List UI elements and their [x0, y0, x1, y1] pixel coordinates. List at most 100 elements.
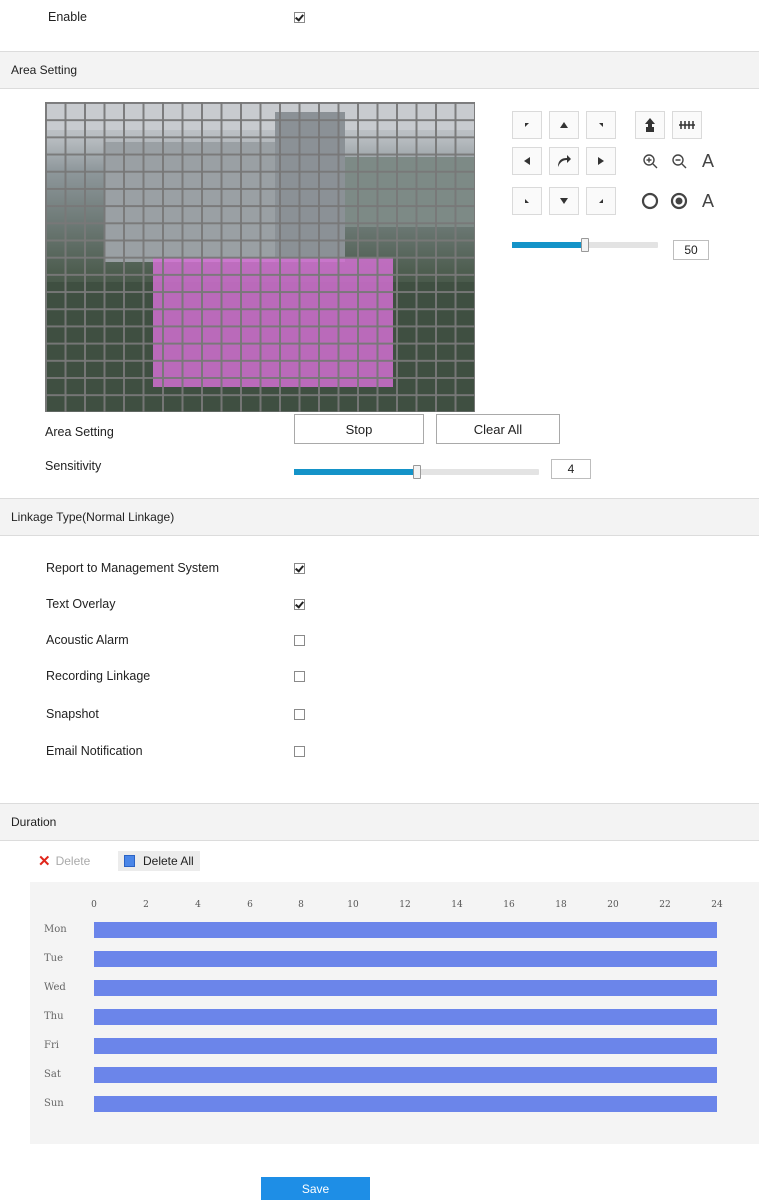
ptz-down-button[interactable] [549, 187, 579, 215]
delete-all-button[interactable]: Delete All [118, 851, 200, 871]
delete-label: Delete [55, 854, 91, 868]
linkage-label-recording: Recording Linkage [46, 669, 151, 683]
ptz-auto-rotate-button[interactable] [549, 147, 579, 175]
schedule-bar-sat[interactable] [94, 1067, 717, 1083]
hour-tick: 16 [503, 900, 515, 910]
day-label: Wed [44, 982, 66, 993]
hour-tick: 18 [555, 900, 567, 910]
iris-auto-button[interactable]: A [693, 187, 723, 215]
duration-title: Duration [11, 815, 57, 829]
day-label: Mon [44, 924, 67, 935]
schedule-bar-thu[interactable] [94, 1009, 717, 1025]
arrow-down-right-icon [599, 199, 603, 203]
hour-tick: 12 [399, 900, 411, 910]
hour-tick: 20 [607, 900, 619, 910]
ptz-right-button[interactable] [586, 147, 616, 175]
focus-icon: A [701, 150, 714, 171]
hour-tick: 6 [247, 900, 253, 910]
acoustic-alarm-checkbox[interactable] [294, 635, 305, 646]
sensitivity-label: Sensitivity [45, 459, 102, 473]
hour-tick: 22 [659, 900, 671, 910]
trash-icon [124, 855, 135, 867]
light-icon [679, 121, 695, 129]
schedule-bar-mon[interactable] [94, 922, 717, 938]
ptz-left-button[interactable] [512, 147, 542, 175]
delete-all-label: Delete All [143, 854, 194, 868]
linkage-label-text-overlay: Text Overlay [46, 597, 116, 611]
hour-tick: 0 [91, 900, 97, 910]
text-overlay-checkbox[interactable] [294, 599, 305, 610]
schedule-bar-tue[interactable] [94, 951, 717, 967]
iris-close-button[interactable] [664, 187, 694, 215]
video-preview[interactable] [45, 102, 475, 412]
sensitivity-fill [294, 469, 417, 475]
iris-open-icon [641, 192, 659, 210]
ptz-up-left-button[interactable] [512, 111, 542, 139]
day-label: Sat [44, 1069, 61, 1080]
arrow-down-left-icon [525, 199, 529, 203]
zoom-out-icon [672, 154, 687, 169]
sensitivity-slider[interactable] [294, 465, 539, 479]
ptz-speed-slider[interactable] [512, 238, 658, 252]
delete-x-icon: ✕ [38, 853, 51, 870]
day-label: Fri [44, 1040, 59, 1051]
sensitivity-thumb[interactable] [412, 465, 421, 479]
duration-header: Duration [0, 803, 759, 841]
delete-button[interactable]: ✕ Delete [38, 851, 90, 871]
day-label: Sun [44, 1098, 64, 1109]
zoom-in-icon [643, 154, 658, 169]
wiper-button[interactable] [635, 111, 665, 139]
linkage-label-acoustic: Acoustic Alarm [46, 633, 129, 647]
ptz-speed-thumb[interactable] [581, 238, 589, 252]
ptz-speed-value[interactable]: 50 [673, 240, 709, 260]
save-button[interactable]: Save [261, 1177, 370, 1200]
zoom-out-button[interactable] [664, 147, 694, 175]
hour-tick: 14 [451, 900, 463, 910]
ptz-down-left-button[interactable] [512, 187, 542, 215]
auto-rotate-icon [558, 155, 571, 167]
zoom-in-button[interactable] [635, 147, 665, 175]
linkage-label-report: Report to Management System [46, 561, 219, 575]
wiper-icon [645, 118, 655, 132]
hour-tick: 2 [143, 900, 149, 910]
hour-tick: 10 [347, 900, 359, 910]
iris-open-button[interactable] [635, 187, 665, 215]
snapshot-checkbox[interactable] [294, 709, 305, 720]
hour-tick: 8 [298, 900, 304, 910]
enable-checkbox[interactable] [294, 12, 305, 23]
arrow-up-right-icon [599, 123, 603, 127]
schedule-bar-wed[interactable] [94, 980, 717, 996]
schedule-bar-fri[interactable] [94, 1038, 717, 1054]
hour-tick: 4 [195, 900, 201, 910]
area-setting-title: Area Setting [11, 63, 78, 77]
area-setting-label: Area Setting [45, 425, 114, 439]
stop-button[interactable]: Stop [294, 414, 424, 444]
focus-auto-button[interactable]: A [693, 147, 723, 175]
clear-all-button[interactable]: Clear All [436, 414, 560, 444]
ptz-up-right-button[interactable] [586, 111, 616, 139]
day-label: Thu [44, 1011, 64, 1022]
arrow-right-icon [598, 157, 604, 165]
hour-tick: 24 [711, 900, 723, 910]
enable-label: Enable [48, 10, 87, 24]
area-setting-header: Area Setting [0, 51, 759, 89]
day-label: Tue [44, 953, 64, 964]
recording-linkage-checkbox[interactable] [294, 671, 305, 682]
linkage-type-title: Linkage Type(Normal Linkage) [11, 510, 175, 524]
light-button[interactable] [672, 111, 702, 139]
linkage-type-header: Linkage Type(Normal Linkage) [0, 498, 759, 536]
arrow-up-icon [560, 122, 568, 128]
motion-grid[interactable] [45, 102, 475, 412]
arrow-down-icon [560, 198, 568, 204]
ptz-up-button[interactable] [549, 111, 579, 139]
iris-auto-icon: A [701, 190, 714, 211]
schedule-grid[interactable]: 0 2 4 6 8 10 12 14 16 18 20 22 24 Mon Tu… [30, 882, 759, 1144]
schedule-bar-sun[interactable] [94, 1096, 717, 1112]
report-to-management-checkbox[interactable] [294, 563, 305, 574]
sensitivity-value[interactable]: 4 [551, 459, 591, 479]
email-notification-checkbox[interactable] [294, 746, 305, 757]
linkage-label-snapshot: Snapshot [46, 707, 99, 721]
ptz-down-right-button[interactable] [586, 187, 616, 215]
arrow-up-left-icon [525, 123, 529, 127]
arrow-left-icon [524, 157, 530, 165]
